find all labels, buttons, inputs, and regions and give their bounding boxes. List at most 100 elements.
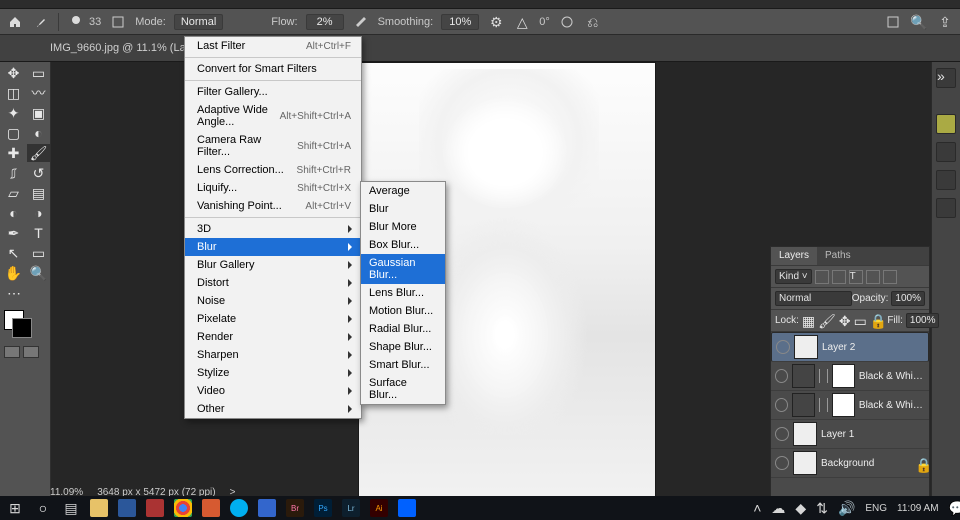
app-icon-3[interactable]	[258, 499, 276, 517]
home-icon[interactable]	[6, 13, 24, 31]
eyedropper-tool[interactable]: ◐	[27, 124, 50, 142]
symmetry-icon[interactable]: ⎌	[584, 13, 602, 31]
mi-blur[interactable]: Blur	[185, 238, 361, 256]
tray-time[interactable]: 11:09 AM	[897, 503, 939, 514]
layer-background[interactable]: Background🔒	[771, 449, 929, 478]
app-icon-2[interactable]	[202, 499, 220, 517]
kind-select[interactable]: Kind ˅	[775, 269, 812, 284]
eraser-tool[interactable]: ▱	[2, 184, 25, 202]
filter-pixel-icon[interactable]	[815, 270, 829, 284]
mi-surface-blur-[interactable]: Surface Blur...	[361, 374, 445, 404]
mode-select[interactable]: Normal	[174, 14, 223, 30]
filter-smart-icon[interactable]	[883, 270, 897, 284]
mi-liquify-[interactable]: Liquify...Shift+Ctrl+X	[185, 179, 361, 197]
lock-paint-icon[interactable]: 🖌	[818, 314, 836, 328]
libraries-panel-icon[interactable]	[936, 170, 956, 190]
lock-trans-icon[interactable]: ▦	[802, 314, 815, 328]
clone-tool[interactable]: ⎎	[2, 164, 25, 182]
mi-motion-blur-[interactable]: Motion Blur...	[361, 302, 445, 320]
mi-pixelate[interactable]: Pixelate	[185, 310, 361, 328]
mi-adaptive-wide-angle-[interactable]: Adaptive Wide Angle...Alt+Shift+Ctrl+A	[185, 101, 361, 131]
dropbox-icon[interactable]	[398, 499, 416, 517]
adjustments-panel-icon[interactable]	[936, 198, 956, 218]
brush-tool[interactable]: 🖌	[27, 144, 50, 162]
mi-last-filter[interactable]: Last FilterAlt+Ctrl+F	[185, 37, 361, 55]
mi-lens-blur-[interactable]: Lens Blur...	[361, 284, 445, 302]
blend-mode-select[interactable]: Normal	[775, 291, 852, 306]
mi-radial-blur-[interactable]: Radial Blur...	[361, 320, 445, 338]
tab-paths[interactable]: Paths	[817, 247, 859, 265]
brush-size[interactable]: 33	[89, 16, 101, 28]
layer-black-white-2[interactable]: Black & White 2	[771, 362, 929, 391]
swatches-panel-icon[interactable]	[936, 142, 956, 162]
layer-name[interactable]: Black & White 2	[859, 371, 925, 382]
search-icon[interactable]: 🔍	[910, 13, 928, 31]
zoom-tool[interactable]: 🔍	[27, 264, 50, 282]
menubar[interactable]	[0, 0, 960, 9]
visibility-icon[interactable]	[776, 340, 790, 354]
bridge-icon[interactable]: Br	[286, 499, 304, 517]
opacity-value[interactable]: 100%	[891, 291, 925, 306]
fill-value[interactable]: 100%	[906, 313, 940, 328]
mi-shape-blur-[interactable]: Shape Blur...	[361, 338, 445, 356]
mi-video[interactable]: Video	[185, 382, 361, 400]
word-icon[interactable]	[118, 499, 136, 517]
tray-cloud-icon[interactable]: ☁	[771, 501, 785, 515]
color-panel-icon[interactable]	[936, 114, 956, 134]
mi-stylize[interactable]: Stylize	[185, 364, 361, 382]
type-tool[interactable]: T	[27, 224, 50, 242]
frame-tool[interactable]: ▢	[2, 124, 25, 142]
filter-adj-icon[interactable]	[832, 270, 846, 284]
layer-mask[interactable]	[832, 364, 855, 388]
blur-tool[interactable]: ◐	[2, 204, 25, 222]
photoshop-icon[interactable]: Ps	[314, 499, 332, 517]
visibility-icon[interactable]	[775, 456, 789, 470]
visibility-icon[interactable]	[775, 427, 789, 441]
mi-distort[interactable]: Distort	[185, 274, 361, 292]
layer-black-white-1[interactable]: Black & White 1	[771, 391, 929, 420]
filter-shape-icon[interactable]	[866, 270, 880, 284]
visibility-icon[interactable]	[775, 369, 788, 383]
airbrush-icon[interactable]	[352, 13, 370, 31]
quick-select-tool[interactable]: ✦	[2, 104, 25, 122]
start-icon[interactable]: ⊞	[6, 499, 24, 517]
quickmask-icon[interactable]	[4, 346, 20, 358]
dodge-tool[interactable]: ◑	[27, 204, 50, 222]
lock-pos-icon[interactable]: ✥	[839, 314, 851, 328]
marquee-tool[interactable]: ◫	[2, 84, 25, 102]
expand-panels-icon[interactable]: »	[936, 68, 956, 88]
artboard-tool[interactable]: ▭	[27, 64, 50, 82]
tray-wifi-icon[interactable]: ⇅	[816, 501, 828, 515]
mi-sharpen[interactable]: Sharpen	[185, 346, 361, 364]
hand-tool[interactable]: ✋	[2, 264, 25, 282]
tablet-pressure-icon[interactable]	[558, 13, 576, 31]
mi-3d[interactable]: 3D	[185, 220, 361, 238]
brush-icon[interactable]	[32, 13, 50, 31]
smoothing-value[interactable]: 10%	[441, 14, 479, 30]
background-swatch[interactable]	[12, 318, 32, 338]
mi-box-blur-[interactable]: Box Blur...	[361, 236, 445, 254]
shape-tool[interactable]: ▭	[27, 244, 50, 262]
mi-vanishing-point-[interactable]: Vanishing Point...Alt+Ctrl+V	[185, 197, 361, 215]
history-brush-tool[interactable]: ↺	[27, 164, 50, 182]
mi-gaussian-blur-[interactable]: Gaussian Blur...	[361, 254, 445, 284]
search-icon[interactable]: ○	[34, 499, 52, 517]
filter-type-icon[interactable]: T	[849, 270, 863, 284]
angle-value[interactable]: 0°	[539, 16, 550, 28]
more-tools[interactable]: ⋯	[2, 284, 26, 302]
layer-mask[interactable]	[832, 393, 855, 417]
brush-panel-icon[interactable]	[109, 13, 127, 31]
mi-noise[interactable]: Noise	[185, 292, 361, 310]
illustrator-icon[interactable]: Ai	[370, 499, 388, 517]
mi-smart-blur-[interactable]: Smart Blur...	[361, 356, 445, 374]
gear-icon[interactable]: ⚙	[487, 13, 505, 31]
mi-blur-more[interactable]: Blur More	[361, 218, 445, 236]
mi-render[interactable]: Render	[185, 328, 361, 346]
mi-convert-smart[interactable]: Convert for Smart Filters	[185, 60, 361, 78]
tray-dropbox-icon[interactable]: ◆	[795, 501, 806, 515]
layer-name[interactable]: Black & White 1	[859, 400, 925, 411]
mi-blur[interactable]: Blur	[361, 200, 445, 218]
notifications-icon[interactable]: 💬	[949, 501, 960, 515]
panel-icon[interactable]	[884, 13, 902, 31]
skype-icon[interactable]	[230, 499, 248, 517]
